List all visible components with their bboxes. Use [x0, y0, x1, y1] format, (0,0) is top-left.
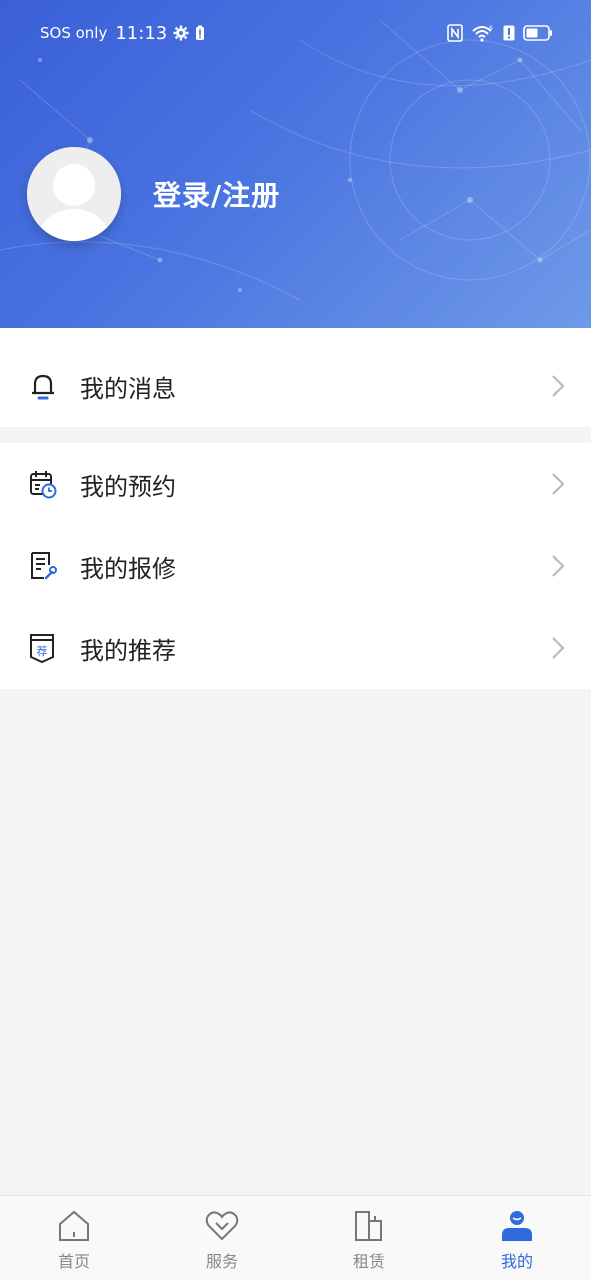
menu-item-repairs[interactable]: 我的报修 [0, 525, 591, 607]
nfc-icon [447, 24, 463, 42]
menu-label-repairs: 我的报修 [80, 554, 176, 583]
tab-label-home: 首页 [57, 1252, 90, 1271]
carrier-text: SOS only [40, 24, 108, 42]
menu-card-services: 我的预约 我的报修 荐 我的推荐 [0, 443, 591, 689]
tab-label-mine: 我的 [500, 1252, 533, 1271]
repair-document-icon [31, 552, 57, 580]
chevron-right-icon [552, 375, 565, 397]
user-icon [502, 1211, 532, 1241]
tab-leasing[interactable]: 租赁 [295, 1196, 443, 1280]
chevron-right-icon [552, 473, 565, 495]
profile-header: SOS only 11:13 6 登录/注册 [0, 0, 591, 328]
avatar[interactable] [27, 147, 121, 241]
default-avatar-icon [27, 147, 121, 241]
tab-home[interactable]: 首页 [0, 1196, 148, 1280]
profile-block[interactable] [27, 147, 121, 241]
bottom-tab-bar: 首页 服务 租赁 我的 [0, 1195, 591, 1280]
menu-item-appointments[interactable]: 我的预约 [0, 443, 591, 525]
heart-service-icon [205, 1211, 239, 1241]
home-icon [59, 1210, 89, 1241]
battery-icon [523, 25, 552, 41]
tab-label-services: 服务 [205, 1252, 238, 1271]
recommend-badge-icon: 荐 [30, 634, 54, 664]
alert-icon [503, 25, 515, 41]
building-icon [355, 1211, 382, 1241]
battery-alert-icon [196, 25, 205, 40]
bell-icon [32, 374, 54, 400]
clock-text: 11:13 [115, 22, 168, 44]
menu-label-recommendations: 我的推荐 [80, 636, 176, 665]
tab-services[interactable]: 服务 [148, 1196, 296, 1280]
wifi-generation-label: 6 [489, 25, 493, 32]
status-bar: SOS only 11:13 6 [0, 0, 591, 66]
calendar-clock-icon [30, 471, 57, 499]
login-register-link[interactable]: 登录/注册 [153, 174, 280, 214]
menu-label-appointments: 我的预约 [80, 472, 176, 501]
menu-item-messages[interactable]: 我的消息 [0, 345, 591, 427]
chevron-right-icon [552, 637, 565, 659]
menu-item-recommendations[interactable]: 荐 我的推荐 [0, 607, 591, 689]
chevron-right-icon [552, 555, 565, 577]
tab-mine[interactable]: 我的 [443, 1196, 591, 1280]
menu-label-messages: 我的消息 [80, 374, 176, 403]
recommend-badge-char: 荐 [37, 645, 48, 658]
settings-gear-icon [173, 25, 189, 41]
tab-label-leasing: 租赁 [352, 1252, 385, 1271]
wifi-icon: 6 [472, 25, 493, 42]
menu-card-messages: 我的消息 [0, 328, 591, 427]
